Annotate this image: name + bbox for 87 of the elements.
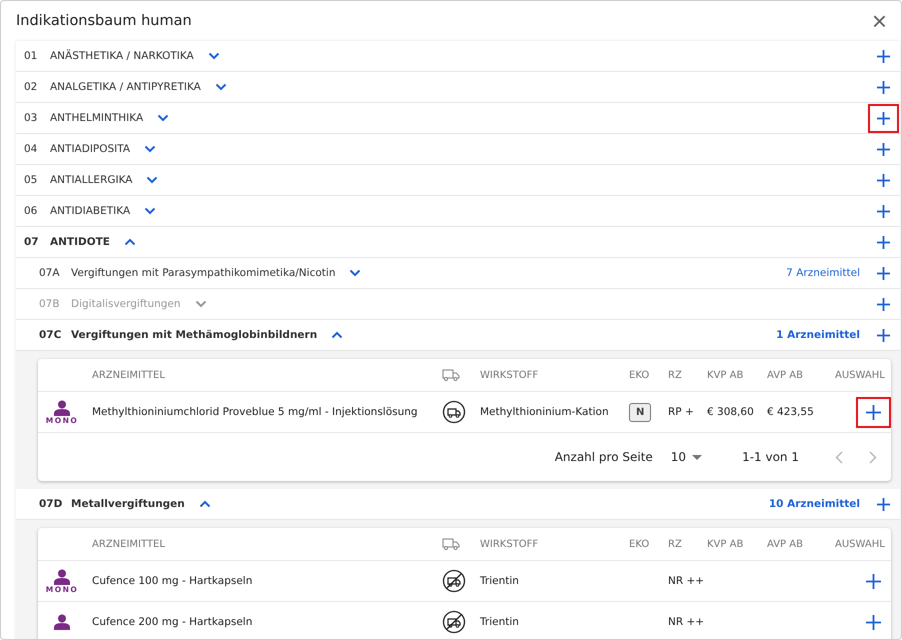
category-code: 02	[24, 81, 38, 93]
category-label[interactable]: ANÄSTHETIKA / NARKOTIKA	[50, 50, 194, 62]
chevron-up-icon[interactable]	[198, 500, 211, 508]
price-cell-text: € 423,55	[767, 406, 815, 418]
close-button[interactable]: ×	[868, 8, 891, 34]
category-code: 04	[24, 143, 38, 155]
column-header: RZ	[668, 370, 683, 380]
column-header: KVP AB	[707, 538, 744, 550]
category-label[interactable]: ANTIDOTE	[50, 236, 110, 248]
add-button[interactable]	[856, 396, 891, 428]
rz-cell-text: RP +	[668, 406, 695, 418]
page-size-select[interactable]: 10	[670, 450, 702, 464]
person-icon	[53, 400, 71, 416]
plus-icon	[877, 298, 890, 310]
column-header: WIRKSTOFF	[480, 370, 540, 380]
column-header: WIRKSTOFF	[480, 538, 540, 550]
category-code: 07B	[39, 298, 61, 310]
category-label[interactable]: Vergiftungen mit Parasympathikomimetika/Nicotin	[71, 267, 336, 279]
category-label[interactable]: ANTIADIPOSITA	[50, 143, 130, 155]
category-label[interactable]: Vergiftungen mit Methämoglobinbildnern	[71, 329, 318, 341]
category-code: 07D	[39, 498, 64, 510]
plus-icon	[877, 236, 890, 248]
column-header: EKO	[629, 538, 650, 550]
page-range: 1-1 von 1	[742, 450, 799, 464]
plus-icon	[877, 498, 890, 510]
person-icon	[53, 614, 71, 630]
chevron-down-icon[interactable]	[157, 114, 170, 122]
plus-icon	[866, 404, 881, 420]
column-header: EKO	[629, 370, 650, 380]
truck-icon	[442, 369, 460, 381]
count-link[interactable]: 7 Arzneimittel	[786, 267, 860, 279]
plus-icon	[877, 328, 890, 342]
category-label[interactable]: Metallvergiftungen	[71, 498, 185, 510]
column-header: AVP AB	[767, 370, 804, 380]
column-header: ARZNEIMITTEL	[92, 370, 166, 380]
column-header: AUSWAHL	[835, 538, 885, 550]
category-code: 01	[24, 50, 38, 62]
price-cell-text: € 308,60	[707, 406, 755, 418]
plus-icon	[866, 574, 881, 588]
person-icon	[53, 568, 71, 584]
column-header: AUSWAHL	[835, 370, 885, 380]
plus-icon	[877, 112, 890, 124]
add-button[interactable]	[868, 104, 899, 132]
chevron-down-icon[interactable]	[208, 52, 220, 60]
category-code: 07A	[39, 267, 61, 279]
page-size-label: Anzahl pro Seite	[554, 450, 653, 464]
chevron-down-icon[interactable]	[349, 269, 362, 277]
plus-icon	[877, 80, 890, 94]
chevron-down-icon[interactable]	[144, 145, 156, 153]
substance-cell-text: Methylthioninium-Kation	[480, 406, 610, 418]
category-code: 06	[24, 205, 38, 217]
drug-name: Cufence 200 mg - Hartkapseln	[92, 616, 254, 628]
substance-cell-text: Trientin	[480, 616, 520, 628]
caret-icon	[692, 454, 702, 460]
category-label[interactable]: ANTIDIABETIKA	[50, 205, 130, 217]
category-code: 07C	[39, 329, 62, 341]
category-label[interactable]: ANTHELMINTHIKA	[50, 112, 144, 124]
rz-cell-text: NR ++	[668, 575, 706, 587]
category-code: 05	[24, 174, 38, 186]
category-code: 07	[24, 236, 40, 248]
chevron-down-icon[interactable]	[214, 83, 227, 91]
plus-icon	[877, 174, 890, 186]
chevron-up-icon[interactable]	[124, 238, 136, 246]
drug-name: Methylthioniniumchlorid Proveblue 5 mg/ml - Injektionslösung	[92, 406, 419, 418]
category-code: 03	[24, 112, 38, 124]
drug-name: Cufence 100 mg - Hartkapseln	[92, 575, 254, 587]
chevron-down-icon[interactable]	[144, 207, 156, 215]
substance-cell-text: Trientin	[480, 575, 520, 587]
category-label[interactable]: ANALGETIKA / ANTIPYRETIKA	[50, 81, 201, 93]
category-label[interactable]: ANTIALLERGIKA	[50, 174, 132, 186]
column-header: KVP AB	[707, 370, 744, 380]
plus-icon	[877, 142, 890, 156]
truck-icon	[442, 538, 460, 550]
plus-icon	[866, 614, 881, 630]
count-link[interactable]: 1 Arzneimittel	[776, 329, 860, 341]
plus-icon	[877, 50, 890, 62]
count-link[interactable]: 10 Arzneimittel	[768, 498, 860, 510]
chevron-down-icon[interactable]	[146, 176, 158, 184]
plus-icon	[877, 204, 890, 218]
chevron-up-icon[interactable]	[331, 331, 344, 339]
rz-cell-text: NR ++	[668, 616, 706, 628]
column-header: ARZNEIMITTEL	[92, 538, 166, 550]
plus-icon	[877, 266, 890, 280]
column-header: AVP AB	[767, 538, 804, 550]
dialog-title: Indikationsbaum human	[16, 13, 192, 29]
column-header: RZ	[668, 538, 683, 550]
eko-badge: N	[629, 402, 652, 422]
